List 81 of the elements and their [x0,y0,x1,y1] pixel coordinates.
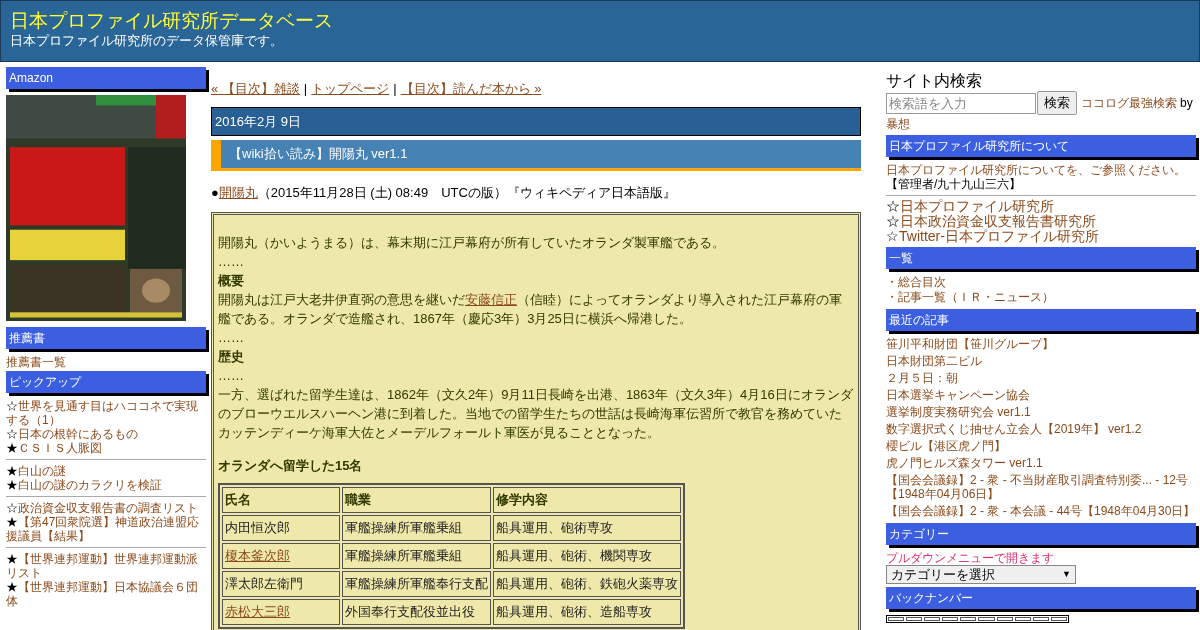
site-link[interactable]: ☆日本政治資金収支報告書研究所 [886,214,1196,229]
table-cell: 澤太郎左衛門 [222,571,340,597]
recent-article-link[interactable]: 選挙制度実務研究会 ver1.1 [886,405,1196,419]
recent-article-link[interactable]: 日本財団第二ビル [886,354,1196,368]
sidebar-link[interactable]: ★ＣＳＩＳ人脈図 [6,441,206,455]
sidebar-link[interactable]: ☆政治資金収支報告書の調査リスト [6,501,206,515]
text-link[interactable]: 安藤信正 [465,292,517,307]
table-cell: 船具運用、砲術、造船専攻 [493,599,681,625]
sidebar-heading: カテゴリー [886,523,1196,545]
table-cell: 軍艦操練所軍艦乗組 [342,515,491,541]
table-cell: 軍艦操練所軍艦奉行支配 [342,571,491,597]
paragraph: 開陽丸は江戸大老井伊直弼の意思を継いだ安藤信正（信睦）によってオランダより導入された江戸幕府の軍艦である。オランダで造艦され、1867年（慶応3年）3月25日に横浜へ帰港した。 [218,291,843,328]
sidebar-link[interactable]: ★【第47回衆院選】神道政治連盟応援議員【結果】 [6,515,206,543]
sidebar-link[interactable]: ★【世界連邦運動】世界連邦運動派リスト [6,552,206,580]
category-note: プルダウンメニューで開きます [886,551,1055,565]
table-cell: 船具運用、砲術、鉄砲火薬専攻 [493,571,681,597]
credit-by: by [1180,95,1193,112]
table-cell: 船具運用、砲術専攻 [493,515,681,541]
source-note: （2015年11月28日 (土) 08:49 UTCの版）『ウィキペディア日本語版』 [257,184,676,200]
paragraph: …… [218,253,245,271]
paragraph: 開陽丸（かいようまる）は、幕末期に江戸幕府が所有していたオランダ製軍艦である。 [218,234,726,252]
search-title: サイト内検索 [886,71,983,91]
credit-author-link[interactable]: 暴想 [886,117,910,131]
index-link[interactable]: ・記事一覧（ＩＲ・ニュース） [886,290,1196,305]
site-subtitle: 日本プロファイル研究所のデータ保管庫です。 [10,32,284,50]
sidebar-link[interactable]: ★白山の謎 [6,464,206,478]
recent-article-link[interactable]: 数字選択式くじ抽せん立会人【2019年】 ver1.2 [886,422,1196,436]
search-button[interactable]: 検索 [1037,91,1077,115]
recent-article-link[interactable]: 笹川平和財団【笹川グループ】 [886,337,1196,351]
recent-article-link[interactable]: 日本選挙キャンペーン協会 [886,388,1196,402]
search-credit-link[interactable]: ココログ最強検索 [1081,94,1177,112]
paragraph: …… [218,329,245,347]
recent-article-link[interactable]: 櫻ビル【港区虎ノ門】 [886,439,1196,453]
recent-article-link[interactable]: 虎ノ門ヒルズ森タワー ver1.1 [886,456,1196,470]
entry-title: 【wiki拾い読み】開陽丸 ver1.1 [211,140,861,171]
site-title[interactable]: 日本プロファイル研究所データベース [10,10,1190,32]
column-header: 職業 [342,487,491,513]
table-cell: 外国奉行支配役並出役 [342,599,491,625]
admin-note: 【管理者/九十九山三六】 [886,177,1023,191]
separator: | [303,80,308,98]
category-select[interactable]: カテゴリーを選択 ▼ [886,565,1076,584]
site-link[interactable]: ☆Twitter-日本プロファイル研究所 [886,229,1196,244]
sidebar-link[interactable]: 推薦書一覧 [6,355,206,369]
table-cell[interactable]: 赤松大三郎 [222,599,340,625]
site-link[interactable]: ☆日本プロファイル研究所 [886,199,1196,214]
sidebar-heading: ピックアップ [6,371,206,393]
section-heading: オランダへ留学した15名 [218,457,364,475]
about-link[interactable]: 日本プロファイル研究所について [886,163,1066,177]
sidebar-link[interactable]: ☆日本の根幹にあるもの [6,427,206,441]
sidebar-heading: 推薦書 [6,327,206,349]
recent-article-link[interactable]: 【国会会議録】2 - 衆 - 不当財産取引調査特別委... - 12号【1948年04月06日】 [886,473,1196,501]
table-cell: 内田恒次郎 [222,515,340,541]
sidebar-link[interactable]: ★白山の謎のカラクリを検証 [6,478,206,492]
bullet: ● [211,184,219,200]
paragraph: …… [218,367,245,385]
search-field[interactable]: 検索語を入力 [886,92,1036,114]
column-header: 修学内容 [493,487,681,513]
separator: | [393,80,397,98]
sidebar-heading: 最近の記事 [886,309,1196,331]
sidebar-link[interactable]: ☆世界を見通す目はハココネで実現する（1） [6,399,206,427]
sidebar-heading: 日本プロファイル研究所について [886,135,1196,157]
column-header: 氏名 [222,487,340,513]
nav-link[interactable]: トップページ [311,79,390,99]
date-bar: 2016年2月 9日 [211,106,861,136]
sidebar-heading: Amazon [6,67,206,89]
sidebar-heading: 一覧 [886,247,1196,269]
nav-link[interactable]: « 【目次】雑談 [211,79,300,99]
paragraph: 一方、選ばれた留学生達は、1862年（文久2年）9月11日長崎を出港、1863年（文久3年）4月16日にオランダのブローウエルスハーヘン港に到着した。当地での留学生たちの世話は長崎海軍伝習所で教官を務めていたカッテンディーケ海軍大佐とメーデルフォールト軍医が見ることとなった。 [218,386,854,442]
sidebar-link[interactable]: ★【世界連邦運動】日本協議会６団体 [6,580,206,608]
about-text: 日本プロファイル研究所についてを、ご参照ください。 [886,163,1187,177]
recent-article-link[interactable]: 【国会会議録】2 - 衆 - 本会議 - 44号【1948年04月30日】 [886,504,1196,518]
recent-article-link[interactable]: ２月５日：朝 [886,371,1196,385]
table-cell: 船具運用、砲術、機関専攻 [493,543,681,569]
source-link[interactable]: 開陽丸 [218,184,258,200]
index-link[interactable]: ・総合目次 [886,275,1196,290]
sidebar-heading: バックナンバー [886,587,1196,609]
section-heading: 歴史 [218,348,245,366]
section-heading: 概要 [218,272,245,290]
nav-link[interactable]: 【目次】読んだ本から » [400,79,542,99]
table-cell: 軍艦操練所軍艦乗組 [342,543,491,569]
table-cell[interactable]: 榎本釜次郎 [222,543,340,569]
